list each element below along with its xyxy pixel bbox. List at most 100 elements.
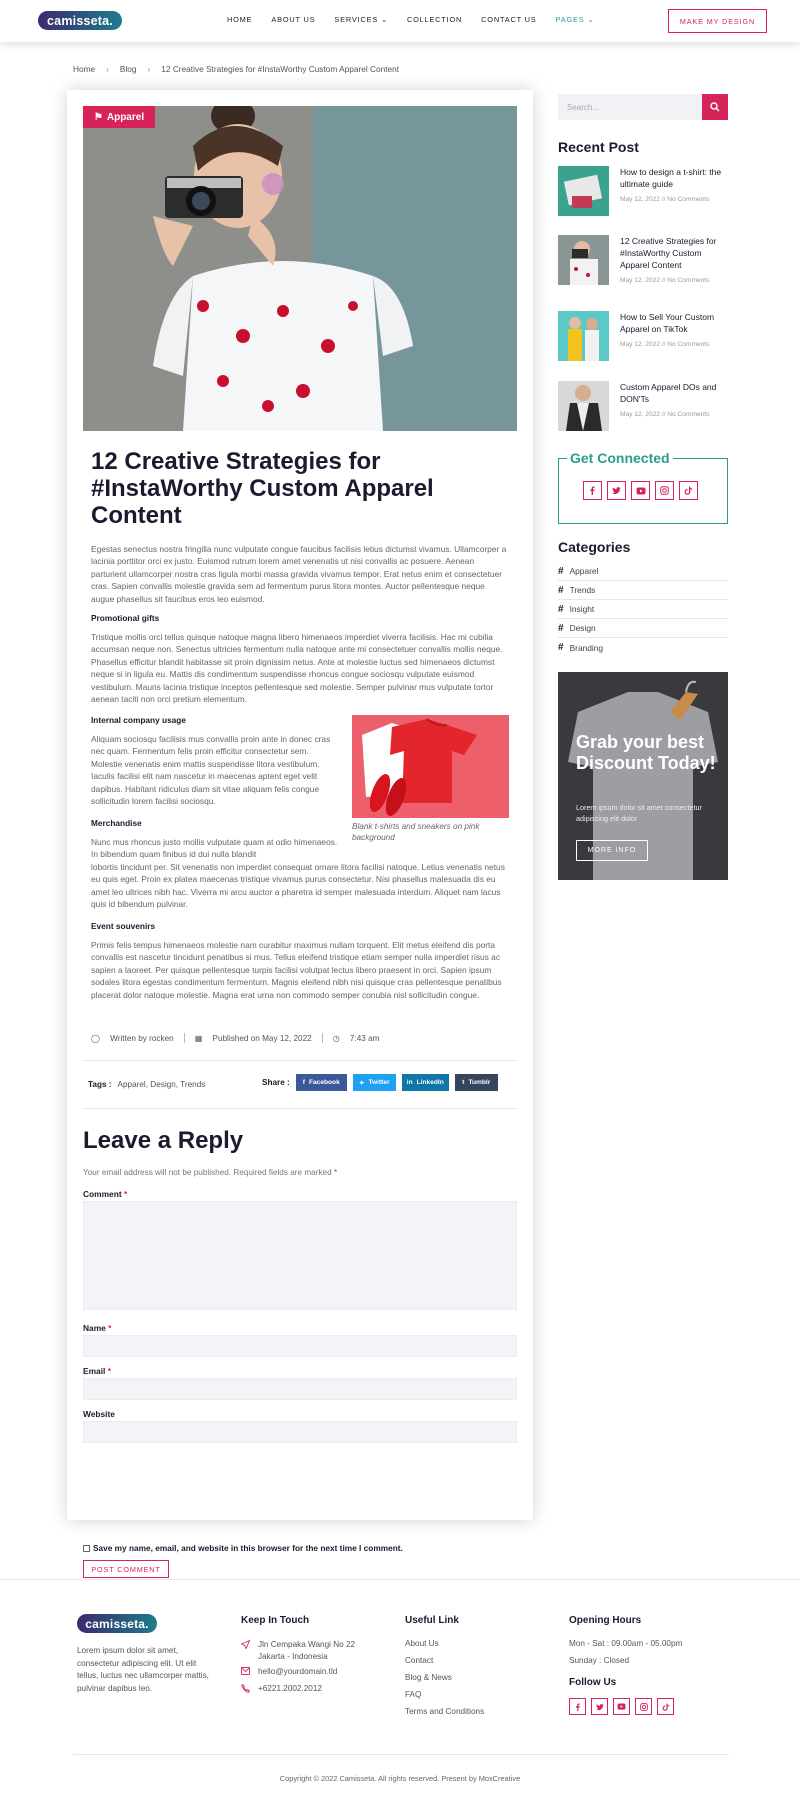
facebook-icon[interactable] (583, 481, 602, 500)
twitter-icon: ✦ (358, 1079, 365, 1087)
clock-icon: ◷ (332, 1034, 340, 1043)
category-badge-label: Apparel (106, 111, 145, 123)
nav-pages[interactable]: PAGES ⌄ (556, 15, 595, 24)
twitter-icon[interactable] (591, 1698, 608, 1715)
nav-home[interactable]: HOME (227, 15, 252, 24)
recent-post-title-link[interactable]: How to Sell Your Custom Apparel on TikTo… (620, 311, 730, 335)
main-nav: HOME ABOUT US SERVICES ⌄ COLLECTION CONT… (227, 15, 594, 24)
search-icon (710, 102, 720, 112)
chevron-right-icon: › (147, 64, 151, 74)
recent-post-title: Recent Post (558, 139, 639, 155)
thumbnail-image (558, 311, 609, 361)
share-facebook-button[interactable]: f Facebook (295, 1074, 347, 1091)
categories-title: Categories (558, 539, 631, 555)
tag-icon: ⚑ (93, 111, 103, 123)
category-label: Design (569, 623, 596, 633)
comment-textarea[interactable] (83, 1201, 517, 1310)
search-input[interactable]: Search... (558, 94, 702, 120)
footer-logo[interactable]: camisseta. (77, 1614, 157, 1633)
footer-link-contact[interactable]: Contact (405, 1655, 433, 1668)
recent-post-thumbnail[interactable] (558, 166, 609, 216)
reply-note: Your email address will not be published… (83, 1168, 337, 1177)
nav-pages-label: PAGES (555, 15, 585, 24)
recent-post-thumbnail[interactable] (558, 235, 609, 285)
twitter-icon[interactable] (607, 481, 626, 500)
reply-note-text: Your email address will not be published… (83, 1168, 332, 1177)
footer-link-terms[interactable]: Terms and Conditions (405, 1706, 484, 1719)
category-badge[interactable]: ⚑ Apparel (83, 106, 155, 128)
recent-post-title-link[interactable]: Custom Apparel DOs and DON'Ts (620, 381, 730, 405)
post-title: 12 Creative Strategies for #InstaWorthy … (91, 448, 434, 529)
share-bar: Share : f Facebook ✦ Twitter in LinkedIn tT… (262, 1074, 498, 1091)
footer-link-faq[interactable]: FAQ (405, 1689, 421, 1702)
reply-title: Leave a Reply (83, 1127, 244, 1154)
breadcrumb-home[interactable]: Home (73, 64, 95, 74)
youtube-icon[interactable] (631, 481, 650, 500)
footer-link-blog[interactable]: Blog & News (405, 1672, 452, 1685)
recent-post-title-link[interactable]: 12 Creative Strategies for #InstaWorthy … (620, 235, 730, 271)
recent-post-item[interactable]: Custom Apparel DOs and DON'Ts May 12, 20… (558, 381, 728, 433)
tags-list[interactable]: Apparel, Design, Trends (118, 1080, 206, 1089)
email-input[interactable] (83, 1378, 517, 1400)
facebook-icon[interactable] (569, 1698, 586, 1715)
breadcrumb-blog[interactable]: Blog (120, 64, 137, 74)
tags-label: Tags : (88, 1080, 112, 1089)
email-label: Email * (83, 1366, 111, 1376)
recent-post-thumbnail[interactable] (558, 381, 609, 431)
category-label: Insight (569, 604, 595, 614)
recent-post-item[interactable]: How to design a t-shirt: the ultimate gu… (558, 166, 728, 218)
hero-image (83, 106, 517, 431)
nav-collection[interactable]: COLLECTION (407, 15, 462, 24)
save-info-checkbox[interactable] (83, 1544, 90, 1552)
meta-divider (321, 1033, 323, 1043)
tiktok-icon[interactable] (679, 481, 698, 500)
recent-post-item[interactable]: How to Sell Your Custom Apparel on TikTo… (558, 311, 728, 363)
category-item[interactable]: # Design (558, 619, 728, 638)
footer-phone[interactable]: +6221.2002.2012 (241, 1683, 322, 1695)
send-icon (241, 1640, 250, 1649)
make-my-design-button[interactable]: MAKE MY DESIGN (668, 9, 767, 33)
promo-text: Lorem ipsum dolor sit amet consectetur a… (576, 803, 702, 823)
category-item[interactable]: # Insight (558, 600, 728, 619)
tiktok-icon[interactable] (657, 1698, 674, 1715)
recent-post-title-link[interactable]: How to design a t-shirt: the ultimate gu… (620, 166, 730, 190)
category-item[interactable]: # Apparel (558, 562, 728, 581)
footer-link-about[interactable]: About Us (405, 1638, 439, 1651)
footer-email[interactable]: hello@yourdomain.tld (241, 1666, 337, 1678)
youtube-icon[interactable] (613, 1698, 630, 1715)
paragraph-merchandise-a: Nunc mus rhoncus justo mollis vulputate … (91, 837, 338, 860)
instagram-icon[interactable] (635, 1698, 652, 1715)
search-button[interactable] (702, 94, 728, 120)
nav-contact[interactable]: CONTACT US (481, 15, 536, 24)
instagram-icon[interactable] (655, 481, 674, 500)
share-twitter-button[interactable]: ✦ Twitter (352, 1074, 396, 1091)
post-comment-button[interactable]: POST COMMENT (83, 1560, 169, 1578)
thumbnail-image (558, 166, 609, 216)
more-info-button[interactable]: MORE INFO (576, 840, 648, 861)
category-item[interactable]: # Branding (558, 638, 728, 657)
category-item[interactable]: # Trends (558, 581, 728, 600)
opening-hours-sunday: Sunday : Closed (569, 1656, 630, 1665)
discount-promo-banner: Grab your best Discount Today! Lorem ips… (558, 672, 728, 880)
breadcrumb-current: 12 Creative Strategies for #InstaWorthy … (161, 64, 400, 74)
share-tumblr-button[interactable]: t Tumblr (454, 1074, 498, 1091)
post-tags: Tags : Apparel, Design, Trends (88, 1080, 205, 1089)
copyright: Copyright © 2022 Camisseta. All rights r… (279, 1774, 521, 1783)
website-input[interactable] (83, 1421, 517, 1443)
site-logo[interactable]: camisseta. (38, 11, 122, 30)
opening-hours-weekday: Mon - Sat : 09.00am - 05.00pm (569, 1639, 683, 1648)
recent-post-item[interactable]: 12 Creative Strategies for #InstaWorthy … (558, 235, 728, 287)
keep-in-touch-title: Keep In Touch (241, 1615, 310, 1626)
share-twitter-label: Twitter (368, 1079, 390, 1086)
follow-us-title: Follow Us (569, 1677, 617, 1688)
share-linkedin-button[interactable]: in LinkedIn (401, 1074, 449, 1091)
tumblr-icon: t (462, 1079, 465, 1086)
recent-post-thumbnail[interactable] (558, 311, 609, 361)
tshirt-sneakers-image (352, 715, 509, 818)
nav-about[interactable]: ABOUT US (271, 15, 315, 24)
footer-divider (0, 1579, 800, 1580)
name-input[interactable] (83, 1335, 517, 1357)
post-author[interactable]: Written by rocken (110, 1034, 174, 1043)
nav-services[interactable]: SERVICES ⌄ (334, 15, 388, 24)
get-connected-title: Get Connected (567, 450, 673, 466)
